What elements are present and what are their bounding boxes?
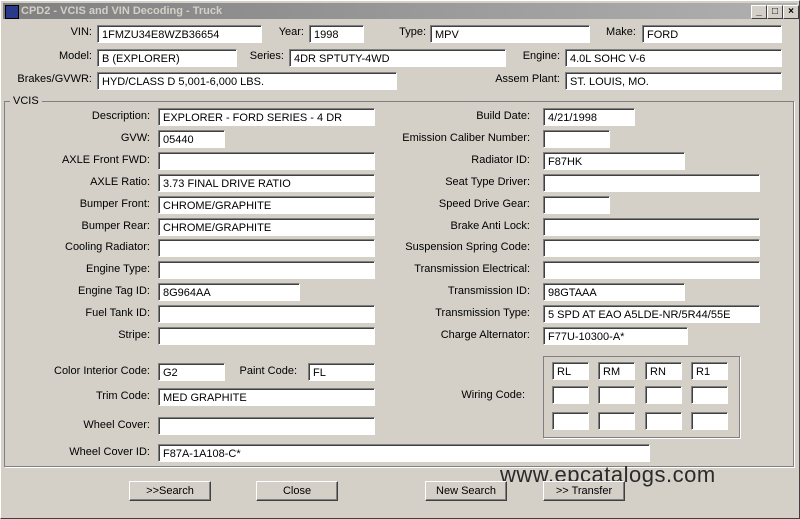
- fuel-tank-label: Fuel Tank ID:: [85, 307, 150, 319]
- search-button[interactable]: >>Search: [129, 481, 211, 501]
- engine-type-field[interactable]: [158, 261, 375, 279]
- wiring-code-field[interactable]: [645, 412, 682, 430]
- wiring-code-field[interactable]: RN: [645, 362, 682, 380]
- brakes-label: Brakes/GVWR:: [17, 73, 92, 85]
- speed-drive-field[interactable]: [543, 196, 610, 214]
- type-label: Type:: [399, 26, 426, 38]
- bumper-front-field[interactable]: CHROME/GRAPHITE: [158, 196, 375, 214]
- maximize-button[interactable]: □: [767, 5, 783, 19]
- description-label: Description:: [91, 110, 150, 122]
- transmission-id-field[interactable]: 98GTAAA: [543, 283, 685, 301]
- brake-anti-lock-label: Brake Anti Lock:: [450, 220, 531, 232]
- vin-field[interactable]: 1FMZU34E8WZB36654: [97, 25, 262, 43]
- vcis-group-label: VCIS: [10, 94, 42, 108]
- transmission-type-label: Transmission Type:: [435, 307, 530, 319]
- fuel-tank-field[interactable]: [158, 305, 375, 323]
- wiring-code-field[interactable]: [598, 386, 635, 404]
- brakes-field[interactable]: HYD/CLASS D 5,001-6,000 LBS.: [97, 72, 397, 90]
- year-field[interactable]: 1998: [309, 25, 364, 43]
- engine-tag-field[interactable]: 8G964AA: [158, 283, 300, 301]
- wheel-cover-id-label: Wheel Cover ID:: [69, 446, 150, 458]
- color-interior-field[interactable]: G2: [158, 363, 225, 381]
- color-interior-label: Color Interior Code:: [54, 365, 150, 377]
- make-field[interactable]: FORD: [642, 25, 782, 43]
- radiator-id-label: Radiator ID:: [471, 154, 530, 166]
- series-field[interactable]: 4DR SPTUTY-4WD: [289, 49, 506, 67]
- axle-front-field[interactable]: [158, 152, 375, 170]
- build-date-field[interactable]: 4/21/1998: [543, 108, 635, 126]
- close-button[interactable]: Close: [256, 481, 338, 501]
- app-icon: [5, 5, 19, 19]
- wheel-cover-field[interactable]: [158, 417, 375, 435]
- wheel-cover-label: Wheel Cover:: [83, 419, 150, 431]
- stripe-field[interactable]: [158, 327, 375, 345]
- bumper-front-label: Bumper Front:: [79, 198, 150, 210]
- wiring-code-field[interactable]: [691, 412, 728, 430]
- trim-code-label: Trim Code:: [96, 390, 150, 402]
- emission-caliber-field[interactable]: [543, 130, 610, 148]
- radiator-id-field[interactable]: F87HK: [543, 152, 685, 170]
- engine-type-label: Engine Type:: [85, 263, 150, 275]
- wiring-code-field[interactable]: R1: [691, 362, 728, 380]
- seat-type-field[interactable]: [543, 174, 760, 192]
- brake-anti-lock-field[interactable]: [543, 218, 760, 236]
- suspension-spring-field[interactable]: [543, 239, 760, 257]
- wiring-code-field[interactable]: [552, 412, 589, 430]
- title-bar[interactable]: CPD2 - VCIS and VIN Decoding - Truck _ □…: [3, 3, 799, 19]
- cooling-radiator-label: Cooling Radiator:: [65, 241, 150, 253]
- wiring-code-field[interactable]: [552, 386, 589, 404]
- trim-code-field[interactable]: MED GRAPHITE: [158, 388, 375, 406]
- engine-tag-label: Engine Tag ID:: [78, 285, 150, 297]
- year-label: Year:: [278, 26, 304, 38]
- wiring-code-field[interactable]: RL: [552, 362, 589, 380]
- plant-field[interactable]: ST. LOUIS, MO.: [565, 72, 782, 90]
- vin-label: VIN:: [70, 26, 92, 38]
- transmission-electrical-label: Transmission Electrical:: [414, 263, 530, 275]
- stripe-label: Stripe:: [118, 329, 150, 341]
- wheel-cover-id-field[interactable]: F87A-1A108-C*: [158, 444, 650, 462]
- wiring-code-field[interactable]: [598, 412, 635, 430]
- plant-label: Assem Plant:: [495, 73, 560, 85]
- new-search-button[interactable]: New Search: [425, 481, 507, 501]
- axle-ratio-label: AXLE Ratio:: [90, 176, 150, 188]
- make-label: Make:: [606, 26, 636, 38]
- emission-caliber-label: Emission Caliber Number:: [402, 132, 530, 144]
- engine-label: Engine:: [522, 50, 560, 62]
- transmission-electrical-field[interactable]: [543, 261, 760, 279]
- seat-type-label: Seat Type Driver:: [445, 176, 530, 188]
- transfer-button[interactable]: >> Transfer: [543, 481, 625, 501]
- engine-field[interactable]: 4.0L SOHC V-6: [565, 49, 782, 67]
- cooling-radiator-field[interactable]: [158, 239, 375, 257]
- type-field[interactable]: MPV: [430, 25, 590, 43]
- charge-alternator-field[interactable]: F77U-10300-A*: [543, 327, 688, 345]
- window-title: CPD2 - VCIS and VIN Decoding - Truck: [21, 5, 223, 17]
- series-label: Series:: [249, 50, 284, 62]
- model-field[interactable]: B (EXPLORER): [97, 49, 237, 67]
- transmission-id-label: Transmission ID:: [447, 285, 530, 297]
- axle-front-label: AXLE Front FWD:: [61, 154, 150, 166]
- axle-ratio-field[interactable]: 3.73 FINAL DRIVE RATIO: [158, 174, 375, 192]
- wiring-code-field[interactable]: [645, 386, 682, 404]
- gvw-field[interactable]: 05440: [158, 130, 225, 148]
- paint-code-field[interactable]: FL: [308, 363, 375, 381]
- close-window-button[interactable]: ×: [783, 5, 799, 19]
- gvw-label: GVW:: [120, 132, 150, 144]
- wiring-code-field[interactable]: [691, 386, 728, 404]
- transmission-type-field[interactable]: 5 SPD AT EAO A5LDE-NR/5R44/55E: [543, 305, 760, 323]
- description-field[interactable]: EXPLORER - FORD SERIES - 4 DR: [158, 108, 375, 126]
- wiring-code-field[interactable]: RM: [598, 362, 635, 380]
- build-date-label: Build Date:: [476, 110, 530, 122]
- speed-drive-label: Speed Drive Gear:: [438, 198, 530, 210]
- paint-code-label: Paint Code:: [239, 365, 297, 377]
- wiring-code-label: Wiring Code:: [461, 389, 525, 401]
- minimize-button[interactable]: _: [751, 5, 767, 19]
- model-label: Model:: [58, 50, 92, 62]
- bumper-rear-field[interactable]: CHROME/GRAPHITE: [158, 218, 375, 236]
- bumper-rear-label: Bumper Rear:: [81, 220, 150, 232]
- charge-alternator-label: Charge Alternator:: [440, 329, 530, 341]
- suspension-spring-label: Suspension Spring Code:: [405, 241, 530, 253]
